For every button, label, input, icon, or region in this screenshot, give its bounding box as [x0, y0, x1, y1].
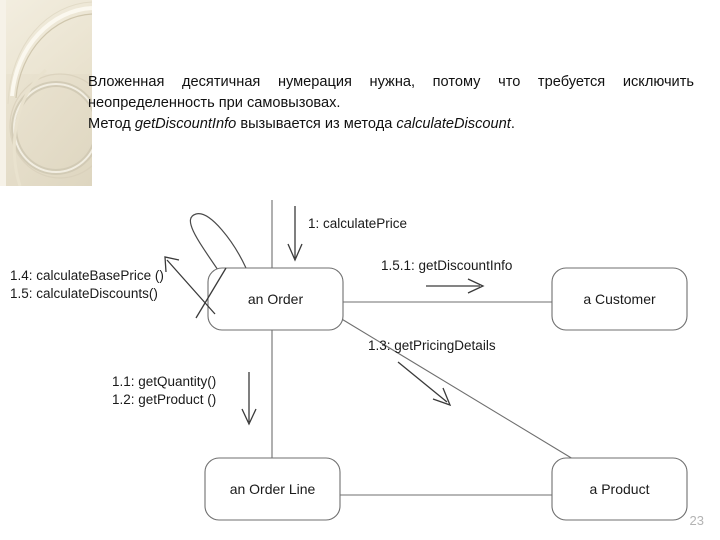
uml-communication-diagram: an Order a Product a Customer an Order L…: [0, 190, 720, 540]
self-call-loop: [189, 213, 247, 271]
paragraph-1: Вложенная десятичная нумерация нужна, по…: [88, 74, 694, 111]
object-label-a-product: a Product: [590, 481, 650, 497]
slide-body-text: Вложенная десятичная нумерация нужна, по…: [88, 72, 694, 135]
page-number: 23: [689, 513, 704, 528]
diagram-canvas: an Order a Product a Customer an Order L…: [10, 200, 688, 521]
message-label-1-5-1-get-discount-info: 1.5.1: getDiscountInfo: [381, 258, 512, 273]
message-label-1-calculate-price: 1: calculatePrice: [308, 216, 407, 231]
message-label-1-4-calculate-base-price: 1.4: calculateBasePrice (): [10, 268, 164, 283]
paragraph-2-middle: вызывается из метода: [236, 116, 397, 132]
object-label-a-customer: a Customer: [583, 291, 656, 307]
message-label-1-2-get-product: 1.2: getProduct (): [112, 392, 216, 407]
method-name-get-discount-info: getDiscountInfo: [134, 116, 237, 132]
decorative-panel-graphic: [0, 0, 92, 186]
object-label-an-order: an Order: [248, 291, 304, 307]
paragraph-2-suffix: .: [510, 116, 515, 132]
decorative-corner-panel: [0, 0, 92, 186]
message-label-1-3-get-pricing-details: 1.3: getPricingDetails: [368, 338, 496, 353]
arrowhead-calculate-base-price: [164, 256, 180, 273]
method-name-calculate-discount: calculateDiscount: [396, 116, 511, 132]
paragraph-2-prefix: Метод: [88, 116, 135, 132]
arrowhead-get-pricing-details: [432, 387, 452, 407]
message-label-1-1-get-quantity: 1.1: getQuantity(): [112, 374, 216, 389]
paragraph-2: Метод getDiscountInfo вызывается из мето…: [88, 114, 694, 135]
message-label-1-5-calculate-discounts: 1.5: calculateDiscounts(): [10, 286, 158, 301]
object-label-an-order-line: an Order Line: [230, 481, 316, 497]
